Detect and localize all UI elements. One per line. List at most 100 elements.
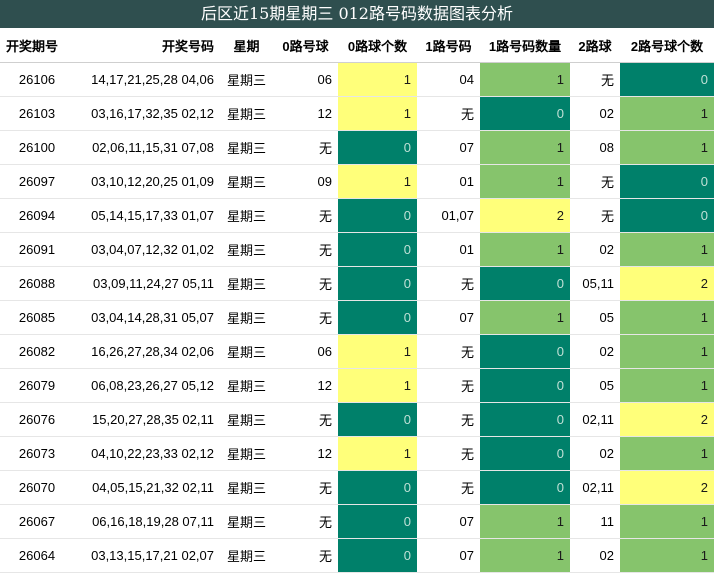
cell-period: 26070 (0, 470, 74, 505)
cell-route1-count: 0 (480, 402, 570, 437)
cell-route1-numbers: 无 (417, 436, 480, 471)
cell-numbers: 15,20,27,28,35 02,11 (74, 402, 220, 437)
cell-weekday: 星期三 (220, 62, 273, 97)
table-row: 26091 03,04,07,12,32 01,02 星期三无 0 01 1 02 1 (0, 232, 714, 267)
header-numbers: 开奖号码 (74, 28, 220, 63)
cell-route0-count: 1 (338, 96, 417, 131)
table-row: 26103 03,16,17,32,35 02,12 星期三 12 1 无 0 02 1 (0, 96, 714, 131)
cell-route0-balls: 无 (273, 198, 338, 233)
table-row: 26088 03,09,11,24,27 05,11 星期三无 0 无 0 05,11 2 (0, 266, 714, 301)
cell-route2-balls: 无 (570, 164, 620, 199)
cell-period: 26073 (0, 436, 74, 471)
cell-route1-count: 1 (480, 232, 570, 267)
cell-numbers: 03,13,15,17,21 02,07 (74, 538, 220, 573)
cell-route0-balls: 无 (273, 470, 338, 505)
cell-period: 26091 (0, 232, 74, 267)
cell-route2-balls: 02 (570, 436, 620, 471)
header-row: 开奖期号 开奖号码 星期 0路号球 0路球个数 1路号码 1路号码数量 2路球 … (0, 28, 714, 63)
page-title: 后区近15期星期三 012路号码数据图表分析 (0, 0, 714, 28)
cell-numbers: 03,09,11,24,27 05,11 (74, 266, 220, 301)
table-row: 26073 04,10,22,23,33 02,12 星期三 12 1 无 0 02 1 (0, 436, 714, 471)
cell-route2-count: 2 (620, 402, 714, 437)
cell-route1-count: 2 (480, 198, 570, 233)
table-row: 26097 03,10,12,20,25 01,09 星期三 09 1 01 1 无 0 (0, 164, 714, 199)
cell-numbers: 04,05,15,21,32 02,11 (74, 470, 220, 505)
table-row: 26067 06,16,18,19,28 07,11 星期三无 0 07 1 11 1 (0, 504, 714, 539)
cell-route0-balls: 无 (273, 266, 338, 301)
cell-numbers: 16,26,27,28,34 02,06 (74, 334, 220, 369)
cell-route1-count: 0 (480, 334, 570, 369)
table-row: 26079 06,08,23,26,27 05,12 星期三 12 1 无 0 05 1 (0, 368, 714, 403)
cell-route1-numbers: 无 (417, 470, 480, 505)
cell-route2-count: 1 (620, 96, 714, 131)
cell-route0-count: 0 (338, 538, 417, 573)
cell-route2-balls: 08 (570, 130, 620, 165)
cell-period: 26094 (0, 198, 74, 233)
table-row: 26070 04,05,15,21,32 02,11 星期三无 0 无 0 02,11 2 (0, 470, 714, 505)
cell-period: 26076 (0, 402, 74, 437)
cell-route0-balls: 无 (273, 504, 338, 539)
header-weekday: 星期 (220, 28, 273, 63)
cell-route2-count: 1 (620, 130, 714, 165)
cell-weekday: 星期三 (220, 538, 273, 573)
cell-route2-count: 0 (620, 164, 714, 199)
cell-weekday: 星期三 (220, 232, 273, 267)
cell-numbers: 06,16,18,19,28 07,11 (74, 504, 220, 539)
cell-period: 26067 (0, 504, 74, 539)
table-row: 26085 03,04,14,28,31 05,07 星期三无 0 07 1 05 1 (0, 300, 714, 335)
cell-route1-numbers: 07 (417, 504, 480, 539)
cell-route1-count: 0 (480, 368, 570, 403)
table-row: 26082 16,26,27,28,34 02,06 星期三 06 1 无 0 02 1 (0, 334, 714, 369)
cell-route1-count: 0 (480, 436, 570, 471)
cell-period: 26103 (0, 96, 74, 131)
cell-route0-count: 0 (338, 130, 417, 165)
cell-route0-count: 0 (338, 402, 417, 437)
cell-route2-balls: 05,11 (570, 266, 620, 301)
cell-route0-balls: 12 (273, 96, 338, 131)
cell-route0-balls: 无 (273, 130, 338, 165)
cell-route1-numbers: 07 (417, 538, 480, 573)
cell-route0-balls: 无 (273, 300, 338, 335)
cell-period: 26082 (0, 334, 74, 369)
cell-route2-count: 2 (620, 266, 714, 301)
cell-route2-balls: 05 (570, 368, 620, 403)
cell-route0-count: 1 (338, 164, 417, 199)
cell-route2-count: 0 (620, 198, 714, 233)
cell-route2-balls: 11 (570, 504, 620, 539)
cell-route0-balls: 无 (273, 232, 338, 267)
cell-route1-numbers: 无 (417, 368, 480, 403)
cell-numbers: 03,04,07,12,32 01,02 (74, 232, 220, 267)
cell-route0-count: 1 (338, 368, 417, 403)
table-row: 26094 05,14,15,17,33 01,07 星期三无 0 01,07 2 无 0 (0, 198, 714, 233)
cell-route2-count: 1 (620, 436, 714, 471)
cell-route0-balls: 06 (273, 334, 338, 369)
cell-numbers: 03,16,17,32,35 02,12 (74, 96, 220, 131)
cell-route1-count: 1 (480, 538, 570, 573)
table-row: 26100 02,06,11,15,31 07,08 星期三无 0 07 1 08 1 (0, 130, 714, 165)
cell-route2-balls: 02 (570, 334, 620, 369)
cell-weekday: 星期三 (220, 368, 273, 403)
cell-route2-count: 1 (620, 300, 714, 335)
cell-route0-count: 0 (338, 504, 417, 539)
cell-route0-balls: 无 (273, 538, 338, 573)
cell-route0-balls: 06 (273, 62, 338, 97)
cell-route2-balls: 02,11 (570, 470, 620, 505)
cell-route1-numbers: 无 (417, 96, 480, 131)
cell-route1-numbers: 无 (417, 334, 480, 369)
cell-weekday: 星期三 (220, 300, 273, 335)
cell-route1-count: 1 (480, 130, 570, 165)
cell-route0-count: 1 (338, 62, 417, 97)
cell-route2-balls: 02,11 (570, 402, 620, 437)
cell-numbers: 02,06,11,15,31 07,08 (74, 130, 220, 165)
cell-period: 26106 (0, 62, 74, 97)
cell-weekday: 星期三 (220, 198, 273, 233)
cell-weekday: 星期三 (220, 96, 273, 131)
cell-period: 26079 (0, 368, 74, 403)
header-route2-count: 2路号球个数 (620, 28, 714, 63)
cell-route0-balls: 12 (273, 436, 338, 471)
cell-route1-count: 0 (480, 470, 570, 505)
cell-route2-count: 1 (620, 504, 714, 539)
cell-route2-balls: 05 (570, 300, 620, 335)
cell-route1-numbers: 01 (417, 232, 480, 267)
cell-weekday: 星期三 (220, 164, 273, 199)
